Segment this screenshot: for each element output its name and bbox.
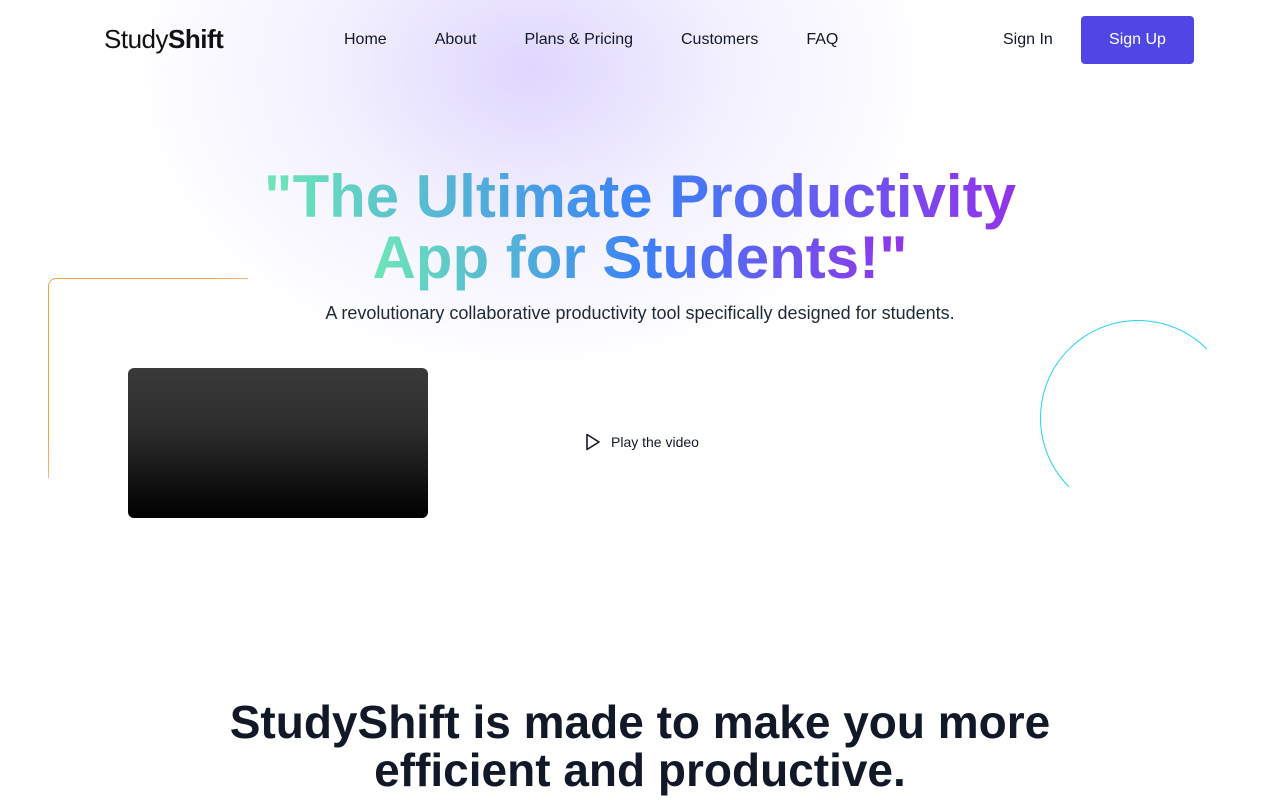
sign-in-link[interactable]: Sign In bbox=[1003, 31, 1053, 49]
nav-home[interactable]: Home bbox=[344, 31, 387, 49]
play-video-label: Play the video bbox=[611, 434, 699, 450]
video-thumbnail[interactable] bbox=[128, 368, 428, 518]
section-title-line-2: efficient and productive. bbox=[374, 744, 906, 796]
logo[interactable]: StudyShift bbox=[104, 24, 224, 55]
nav-about[interactable]: About bbox=[435, 31, 477, 49]
nav-customers[interactable]: Customers bbox=[681, 31, 758, 49]
nav-plans-pricing[interactable]: Plans & Pricing bbox=[525, 31, 634, 49]
site-header: StudyShift Home About Plans & Pricing Cu… bbox=[0, 0, 1280, 80]
hero-title: "The Ultimate Productivity App for Stude… bbox=[240, 166, 1040, 288]
section-title-line-1: StudyShift is made to make you more bbox=[229, 696, 1051, 748]
landing-page: StudyShift Home About Plans & Pricing Cu… bbox=[0, 0, 1280, 800]
sign-up-button[interactable]: Sign Up bbox=[1081, 16, 1194, 64]
logo-part-2: Shift bbox=[168, 24, 224, 54]
hero-title-line-1: "The Ultimate Productivity bbox=[264, 163, 1016, 230]
main-nav: Home About Plans & Pricing Customers FAQ bbox=[344, 31, 838, 49]
nav-faq[interactable]: FAQ bbox=[806, 31, 838, 49]
play-icon bbox=[585, 433, 601, 451]
section-title: StudyShift is made to make you more effi… bbox=[190, 698, 1090, 794]
decorative-circle bbox=[1040, 320, 1236, 516]
play-video-button[interactable]: Play the video bbox=[585, 433, 699, 451]
logo-part-1: Study bbox=[104, 24, 169, 54]
hero-title-line-2: App for Students!" bbox=[372, 224, 908, 291]
